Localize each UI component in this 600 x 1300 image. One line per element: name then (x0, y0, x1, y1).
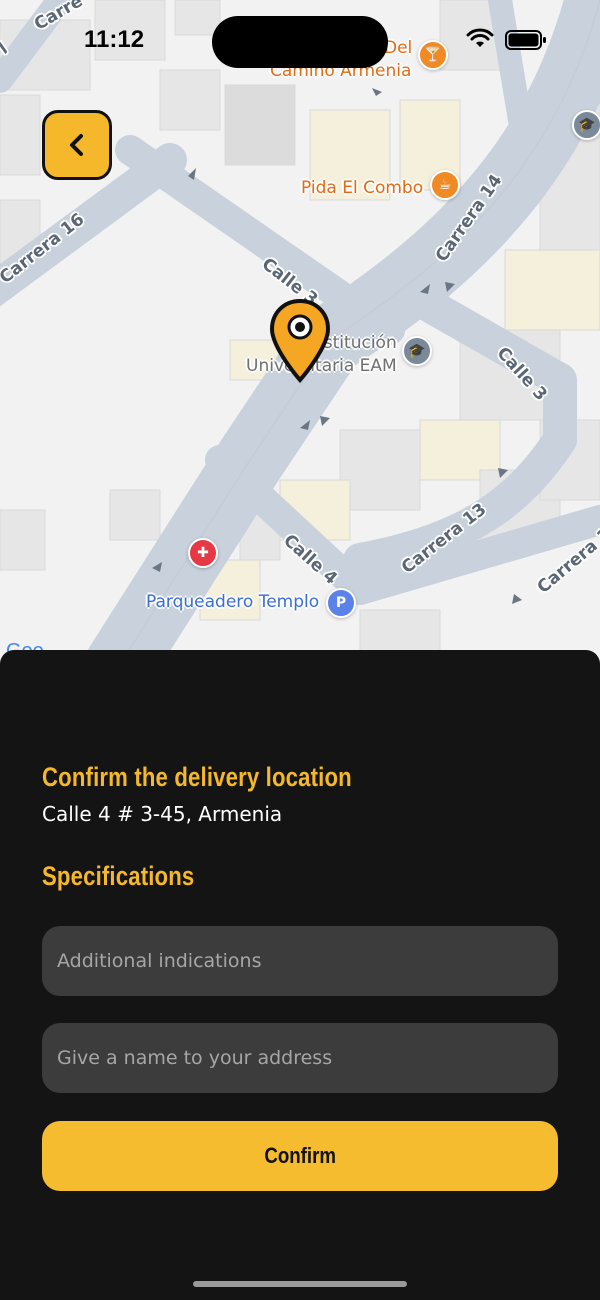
wifi-icon (466, 28, 494, 47)
bottom-sheet: Confirm the delivery location Calle 4 # … (0, 650, 600, 1300)
additional-indications-input[interactable] (42, 926, 558, 996)
map-view[interactable]: Carrera 16 Calle 3 Carrera 14 Calle 3 Ca… (0, 0, 600, 670)
chevron-left-icon (70, 134, 83, 156)
poi-label-parqueadero: Parqueadero Templo (146, 592, 320, 612)
specifications-title: Specifications (42, 861, 195, 891)
confirm-button-label: Confirm (264, 1143, 336, 1168)
battery-icon (505, 30, 546, 50)
back-button[interactable] (42, 110, 112, 180)
confirm-button[interactable]: Confirm (42, 1121, 558, 1191)
address-name-input[interactable] (42, 1023, 558, 1093)
status-time: 11:12 (84, 26, 145, 53)
home-indicator (193, 1281, 407, 1287)
graduation-cap-icon-partial[interactable]: 🎓 (572, 110, 600, 140)
status-bar: 11:12 (0, 0, 600, 84)
confirm-location-title: Confirm the delivery location (42, 762, 352, 792)
parking-icon[interactable]: P (326, 588, 356, 618)
poi-label-pida-el-combo: Pida El Combo (301, 178, 424, 198)
graduation-cap-icon[interactable]: 🎓 (402, 336, 432, 366)
address-text: Calle 4 # 3-45, Armenia (42, 802, 283, 826)
parking-glyph: P (335, 595, 347, 611)
coffee-icon[interactable]: ☕ (430, 170, 460, 200)
pharmacy-icon[interactable]: ✚ (188, 538, 218, 568)
dynamic-island (212, 16, 388, 68)
location-pin-icon[interactable] (268, 298, 332, 388)
